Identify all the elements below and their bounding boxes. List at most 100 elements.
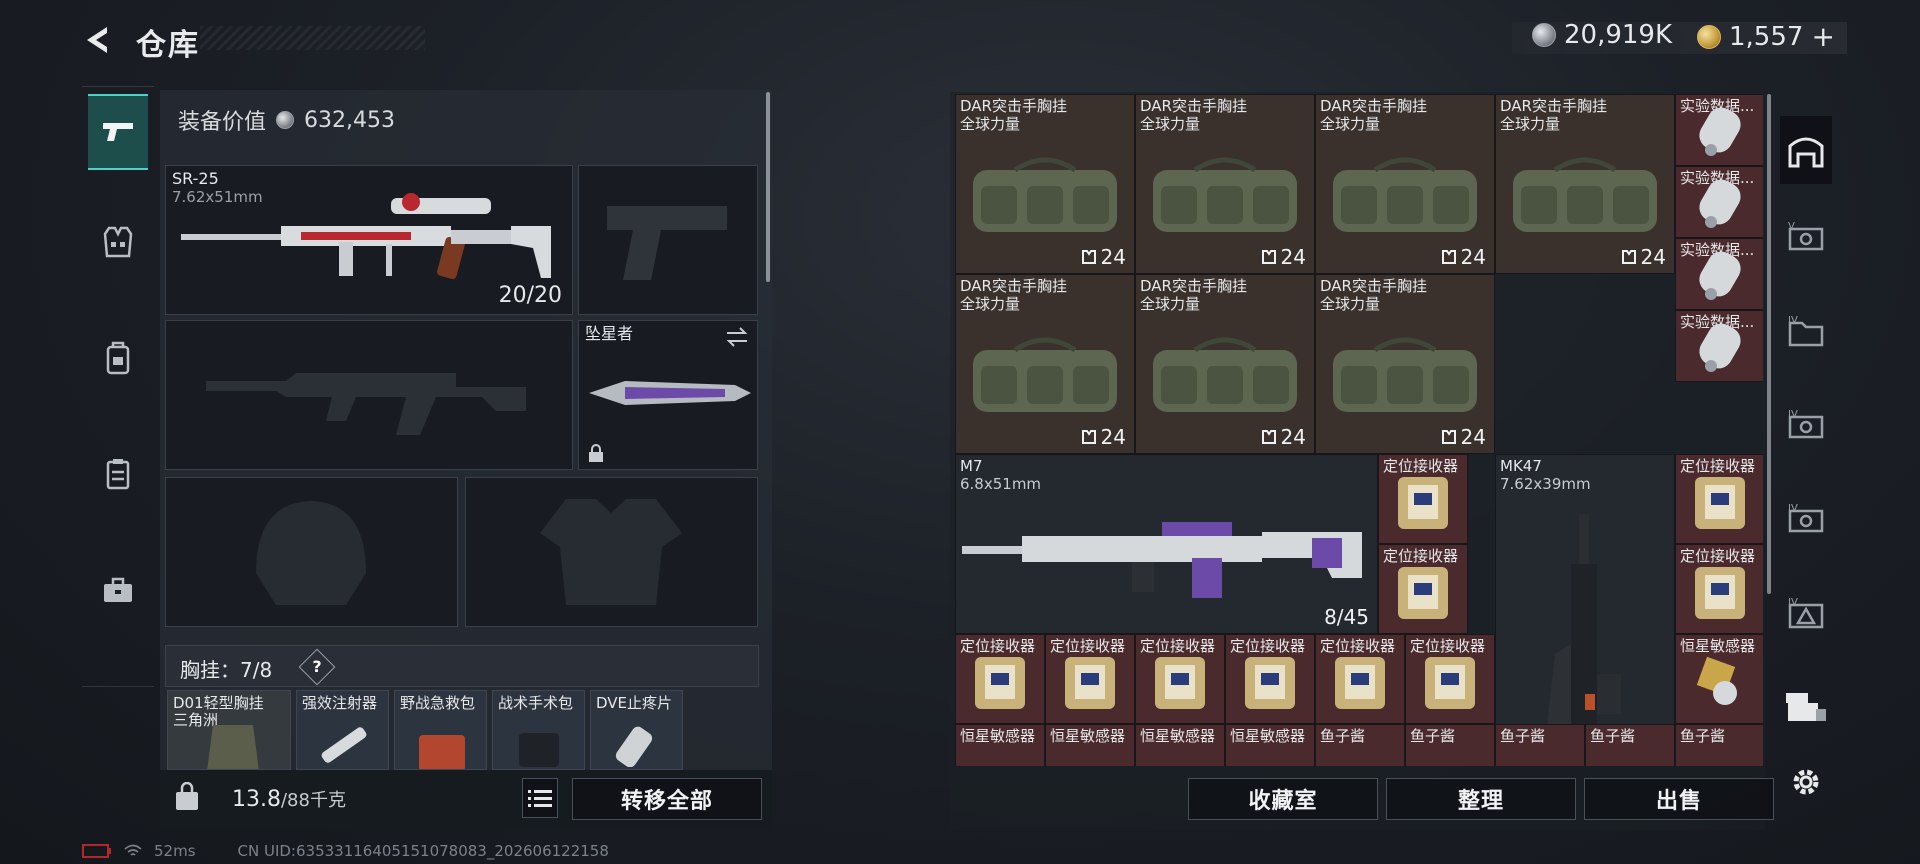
wifi-icon [124,844,142,856]
nav-toolbox[interactable] [88,552,148,628]
chest-item-first-aid[interactable]: 野战急救包 [394,690,487,770]
nav-weapon[interactable] [88,94,148,170]
tab-storage-5[interactable]: V [1780,212,1832,264]
item-caviar[interactable]: 鱼子酱 [1585,724,1675,766]
chest-item-name: DVE止疼片 [596,694,673,712]
item-name: 鱼子酱 [1410,727,1456,745]
item-dar-chest-rig[interactable]: DAR突击手胸挂 全球力量 24 [1315,94,1495,274]
tab-storage-4a[interactable]: IV [1780,306,1832,358]
item-star-sensor[interactable]: 恒星敏感器 [1225,724,1315,766]
pistol-slot[interactable] [578,165,758,315]
item-locator-receiver[interactable]: 定位接收器 [1675,454,1763,544]
left-nav [82,86,154,687]
sensor-icon [1696,657,1737,706]
item-locator-receiver[interactable]: 定位接收器 [1045,634,1135,724]
item-m7[interactable]: M7 6.8x51mm 8/45 [955,454,1378,634]
data-cylinder-icon [1699,251,1741,301]
item-caviar[interactable]: 鱼子酱 [1675,724,1763,766]
item-star-sensor[interactable]: 恒星敏感器 [1675,634,1763,724]
item-dar-chest-rig[interactable]: DAR突击手胸挂 全球力量 24 [955,274,1135,454]
help-button[interactable]: ? [298,648,336,686]
item-subname: 全球力量 [960,115,1021,133]
storage-scrollbar[interactable] [1767,94,1771,594]
item-caviar[interactable]: 鱼子酱 [1495,724,1585,766]
primary-weapon-slot[interactable]: SR-25 7.62x51mm 20/20 [165,165,573,315]
duffel-bag-icon [973,337,1117,412]
item-locator-receiver[interactable]: 定位接收器 [1405,634,1495,724]
vault-icon [1788,137,1824,168]
back-button[interactable] [78,20,118,60]
swap-icon[interactable] [725,327,749,347]
item-star-sensor[interactable]: 恒星敏感器 [955,724,1045,766]
chest-rig-bar: 胸挂：7/8 ? [165,645,759,687]
settings-button[interactable] [1780,756,1832,808]
transfer-all-button[interactable]: 转移全部 [572,778,762,820]
item-capacity: 24 [1081,245,1126,269]
chest-item-surgery-kit[interactable]: 战术手术包 [492,690,585,770]
page-title: 仓库 [136,28,200,63]
tab-storage-4d[interactable]: IV [1780,588,1832,640]
nav-chest-rig[interactable] [88,436,148,512]
chest-item-d01[interactable]: D01轻型胸挂 三角洲 [167,690,291,770]
nav-armor[interactable] [88,204,148,280]
item-locator-receiver[interactable]: 定位接收器 [955,634,1045,724]
nav-backpack[interactable] [88,320,148,396]
item-dar-chest-rig[interactable]: DAR突击手胸挂 全球力量 24 [1135,274,1315,454]
sell-button[interactable]: 出售 [1584,778,1774,820]
storage-tabs: V IV IV IV IV [1780,100,1832,820]
status-bar: 52ms CN UID:63533116405151078083_2026061… [82,842,609,860]
item-locator-receiver[interactable]: 定位接收器 [1675,544,1763,634]
item-name: DAR突击手胸挂 [1320,277,1427,295]
item-dar-chest-rig[interactable]: DAR突击手胸挂 全球力量 24 [1135,94,1315,274]
item-experiment-data[interactable]: 实验数据... [1675,310,1763,382]
capacity-icon [1261,430,1276,444]
capacity-icon [1081,250,1096,264]
helmet-slot[interactable] [165,477,458,627]
item-locator-receiver[interactable]: 定位接收器 [1225,634,1315,724]
item-dar-chest-rig[interactable]: DAR突击手胸挂 全球力量 24 [1495,94,1675,274]
item-ammo: 8/45 [1324,605,1369,629]
item-mk47[interactable]: MK477.62x39mm25/40 [1495,454,1675,766]
item-locator-receiver[interactable]: 定位接收器 [1135,634,1225,724]
item-name: DAR突击手胸挂 [1140,97,1247,115]
item-locator-receiver[interactable]: 定位接收器 [1378,454,1468,544]
item-locator-receiver[interactable]: 定位接收器 [1378,544,1468,634]
item-capacity: 24 [1261,425,1306,449]
item-locator-receiver[interactable]: 定位接收器 [1315,634,1405,724]
tab-storage-4c[interactable]: IV [1780,494,1832,546]
melee-slot[interactable]: 坠星者 [578,320,758,470]
silver-amount: 20,919K [1564,20,1673,50]
chest-item-painkiller[interactable]: DVE止疼片 [590,690,683,770]
chest-item-injector[interactable]: 强效注射器 [296,690,389,770]
item-count: 24 [1100,425,1126,449]
item-dar-chest-rig[interactable]: DAR突击手胸挂 全球力量 24 [1315,274,1495,454]
tab-storage-4b[interactable]: IV [1780,400,1832,452]
tab-gti-storage[interactable] [1780,682,1832,734]
surgery-kit-icon [519,733,559,767]
tab-all-storage[interactable] [1780,116,1832,184]
item-star-sensor[interactable]: 恒星敏感器 [1045,724,1135,766]
armor-slot[interactable] [465,477,758,627]
helmet-silhouette-icon [256,501,366,605]
painkiller-icon [615,726,653,767]
item-experiment-data[interactable]: 实验数据... [1675,166,1763,238]
item-experiment-data[interactable]: 实验数据... [1675,94,1763,166]
gold-amount: 1,557 [1729,21,1804,52]
item-star-sensor[interactable]: 恒星敏感器 [1135,724,1225,766]
add-gold-button[interactable]: + [1811,20,1834,53]
item-dar-chest-rig[interactable]: DAR突击手胸挂 全球力量 24 [955,94,1135,274]
gold-currency[interactable]: 1,557 + [1697,20,1835,53]
duffel-bag-icon [1513,157,1657,232]
item-experiment-data[interactable]: 实验数据... [1675,238,1763,310]
item-caviar[interactable]: 鱼子酱 [1315,724,1405,766]
collection-room-button[interactable]: 收藏室 [1188,778,1378,820]
loadout-scrollbar[interactable] [766,92,770,282]
item-subname: 全球力量 [1140,295,1201,313]
item-caviar[interactable]: 鱼子酱 [1405,724,1495,766]
list-view-button[interactable] [522,778,558,818]
secondary-weapon-slot[interactable] [165,320,573,470]
svg-text:IV: IV [1788,597,1798,608]
first-aid-icon [419,735,465,769]
organize-button[interactable]: 整理 [1386,778,1576,820]
title-decoration [200,26,425,50]
